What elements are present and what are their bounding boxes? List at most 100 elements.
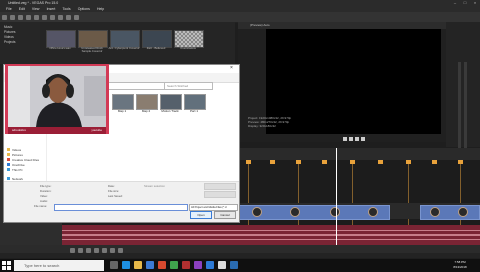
display-info: Display: 320x180x32: [248, 124, 276, 128]
clip-thumbnail: [368, 207, 378, 217]
record-icon[interactable]: [70, 247, 75, 253]
network-icon: [7, 177, 10, 180]
detail-label: Duration:: [40, 189, 52, 193]
preview-transport: [266, 136, 441, 143]
details-button[interactable]: [204, 191, 236, 198]
detail-label: Video:: [40, 194, 48, 198]
app-icon[interactable]: [206, 261, 214, 269]
audio-waveform: [62, 234, 480, 236]
video-preview: [266, 29, 441, 134]
file-thumbnail[interactable]: [184, 94, 206, 110]
tree-item[interactable]: Music: [4, 25, 12, 29]
task-view-icon[interactable]: [110, 261, 118, 269]
clip-thumbnail: [330, 207, 340, 217]
paste-icon[interactable]: [57, 14, 63, 20]
webcam-username: sdroolsbro: [12, 128, 27, 132]
file-name-input[interactable]: [54, 204, 188, 211]
new-icon[interactable]: [1, 14, 7, 20]
status-bar: [0, 253, 480, 258]
marker[interactable]: [378, 160, 383, 164]
copy-icon[interactable]: [49, 14, 55, 20]
explorer-tree: Music Pictures Videos Projects: [0, 22, 40, 64]
file-name: Map 2: [141, 109, 151, 113]
preview-quality[interactable]: (Preview) Auto: [250, 23, 270, 27]
marker[interactable]: [432, 160, 437, 164]
save-icon[interactable]: [17, 14, 23, 20]
timeline-ruler[interactable]: [238, 148, 480, 160]
audio-waveform: [62, 230, 480, 231]
pause-icon[interactable]: [94, 247, 99, 253]
detail-label: File size:: [108, 189, 120, 193]
app-icon[interactable]: [218, 261, 226, 269]
file-thumbnail[interactable]: [160, 94, 182, 110]
person-image: [8, 66, 106, 127]
tree-item[interactable]: Pictures: [4, 30, 16, 34]
play-icon[interactable]: [86, 247, 91, 253]
clip-thumbnail: [430, 207, 440, 217]
play-icon[interactable]: [348, 137, 353, 141]
file-name: Part 1: [189, 109, 198, 113]
media-label: Acc. Cyberpunk Coverstr: [108, 46, 140, 50]
file-name-label: File name:: [34, 204, 48, 208]
store-icon[interactable]: [146, 261, 154, 269]
app-icon[interactable]: [194, 261, 202, 269]
stop-icon[interactable]: [360, 137, 365, 141]
search-input[interactable]: Search Stitched: [164, 82, 213, 90]
file-thumbnail[interactable]: [112, 94, 134, 110]
stop-icon[interactable]: [102, 247, 107, 253]
open-button[interactable]: Open: [190, 211, 212, 219]
details-button[interactable]: [204, 183, 236, 190]
redo-icon[interactable]: [73, 14, 79, 20]
master-meters: [446, 22, 480, 162]
file-name: Motion Track: [161, 109, 179, 113]
properties-icon[interactable]: [33, 14, 39, 20]
vegas-icon[interactable]: [230, 261, 238, 269]
folder-icon: [7, 148, 10, 151]
marker[interactable]: [270, 160, 275, 164]
close-icon[interactable]: ×: [230, 65, 233, 71]
app-icon[interactable]: [170, 261, 178, 269]
loop-icon[interactable]: [342, 137, 347, 141]
tree-item[interactable]: Projects: [4, 40, 16, 44]
side-item[interactable]: Videos: [12, 148, 21, 152]
marker[interactable]: [322, 160, 327, 164]
undo-icon[interactable]: [65, 14, 71, 20]
window-title: Untitled.veg * - VEGAS Pro 15.0: [8, 1, 59, 5]
app-icon[interactable]: [182, 261, 190, 269]
media-label: ZaU - Believed: [146, 46, 166, 50]
file-explorer-icon[interactable]: [134, 261, 142, 269]
file-thumbnail[interactable]: [136, 94, 158, 110]
prev-frame-icon[interactable]: [110, 247, 115, 253]
file-type-select[interactable]: All Project and Media Files (*.d: [189, 204, 238, 211]
video-clip[interactable]: [420, 205, 480, 220]
playhead[interactable]: [336, 148, 337, 245]
next-frame-icon[interactable]: [118, 247, 123, 253]
detail-label: Audio:: [40, 199, 48, 203]
render-icon[interactable]: [25, 14, 31, 20]
detail-label: Last Saved:: [108, 194, 123, 198]
timeline-transport: [0, 245, 480, 253]
loop-icon[interactable]: [78, 247, 83, 253]
edge-icon[interactable]: [122, 261, 130, 269]
preview-header: (Preview) Auto: [238, 22, 480, 29]
media-label: Office Hours.wav: [49, 46, 71, 50]
cancel-button[interactable]: Cancel: [214, 211, 236, 219]
detail-label: File type:: [40, 184, 52, 188]
webcam-handle: youtube: [91, 128, 102, 132]
side-item[interactable]: This PC: [12, 168, 23, 172]
windows-start-icon[interactable]: [2, 261, 11, 270]
stream-selection: Stream selection: [144, 184, 165, 188]
side-item[interactable]: OneDrive: [12, 163, 25, 167]
pause-icon[interactable]: [354, 137, 359, 141]
open-icon[interactable]: [9, 14, 15, 20]
tree-item[interactable]: Videos: [4, 35, 14, 39]
side-item[interactable]: Creative Cloud Files: [12, 158, 39, 162]
clip-thumbnail: [458, 207, 468, 217]
side-item[interactable]: Pictures: [12, 153, 23, 157]
cut-icon[interactable]: [41, 14, 47, 20]
taskbar-search[interactable]: Type here to search: [14, 260, 104, 271]
taskbar-clock[interactable]: 7:58 PM 8/13/2018: [443, 260, 477, 271]
clock-date: 8/13/2018: [453, 265, 467, 269]
app-icon[interactable]: [158, 261, 166, 269]
folder-icon: [7, 153, 10, 156]
